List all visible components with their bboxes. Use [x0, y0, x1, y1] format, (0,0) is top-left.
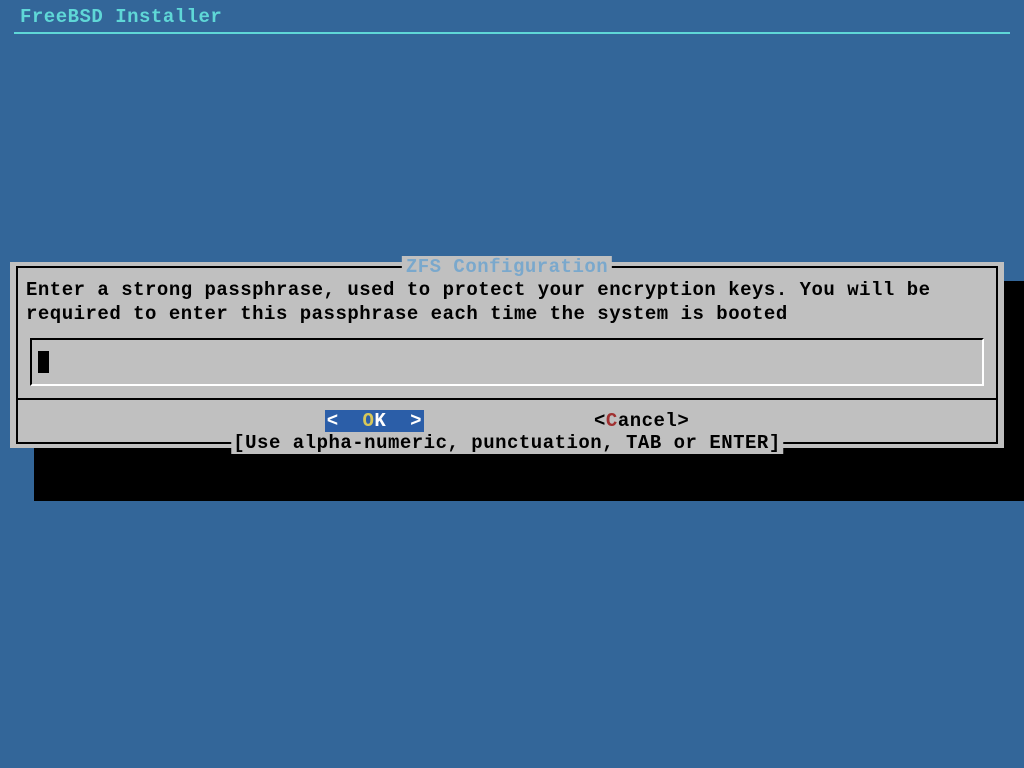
header-divider — [14, 32, 1010, 34]
zfs-config-dialog: ZFS Configuration Enter a strong passphr… — [10, 262, 1004, 448]
dialog-divider — [18, 398, 996, 400]
passphrase-input[interactable] — [30, 338, 984, 386]
dialog-title: ZFS Configuration — [402, 256, 612, 278]
input-hint: [Use alpha-numeric, punctuation, TAB or … — [231, 432, 783, 454]
ok-button[interactable]: < OK > — [325, 410, 424, 432]
installer-title: FreeBSD Installer — [20, 6, 222, 28]
text-cursor-icon — [38, 351, 49, 373]
cancel-button[interactable]: <Cancel> — [594, 410, 689, 432]
